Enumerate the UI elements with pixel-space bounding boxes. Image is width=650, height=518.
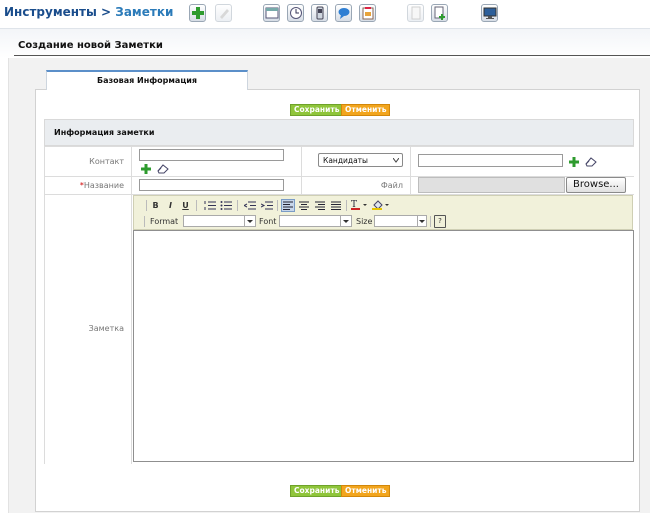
breadcrumb: Инструменты > Заметки: [4, 5, 173, 19]
name-field[interactable]: [139, 179, 284, 191]
edit-disabled-icon: [220, 9, 229, 19]
document-add-icon: [434, 6, 445, 20]
header-divider: [14, 55, 650, 56]
ordered-list-icon[interactable]: [204, 200, 216, 211]
align-center-icon[interactable]: [298, 200, 310, 211]
align-right-icon[interactable]: [314, 200, 326, 211]
contact-type-select[interactable]: Кандидаты: [318, 153, 403, 167]
tab-basic-info[interactable]: Базовая Информация: [46, 70, 248, 90]
name-label-text: Название: [83, 181, 124, 190]
toolbar-separator: [237, 200, 238, 211]
help-button[interactable]: ?: [434, 215, 446, 228]
clipboard-icon: [362, 7, 374, 20]
format-label: Format: [150, 217, 179, 226]
toolbar-separator: [146, 200, 147, 211]
chevron-down-icon: [343, 220, 349, 223]
bold-button[interactable]: B: [151, 200, 160, 211]
chevron-down-icon: [247, 220, 253, 223]
grid-line: [410, 146, 411, 194]
font-label: Font: [259, 217, 277, 226]
file-path-field[interactable]: [418, 177, 565, 193]
screen-button[interactable]: [481, 4, 498, 22]
contact-search-field[interactable]: [418, 154, 563, 167]
toolbar-separator: [144, 216, 145, 227]
breadcrumb-current: Заметки: [115, 5, 174, 19]
task-button[interactable]: [359, 4, 376, 22]
add-related-icon[interactable]: [569, 157, 579, 167]
activity-button[interactable]: [287, 4, 304, 22]
section-header: Информация заметки: [44, 119, 634, 146]
italic-button[interactable]: I: [166, 200, 175, 211]
note-editor-area[interactable]: [133, 230, 634, 462]
eraser-icon[interactable]: [157, 164, 169, 174]
monitor-icon: [483, 7, 497, 19]
note-label: Заметка: [88, 324, 124, 333]
add-note-button[interactable]: [189, 4, 206, 22]
align-justify-icon[interactable]: [330, 200, 342, 211]
size-dropdown-button[interactable]: [417, 215, 427, 227]
outdent-icon[interactable]: [244, 200, 256, 211]
toolbar-separator: [346, 200, 347, 211]
align-left-icon[interactable]: [281, 199, 295, 212]
save-button-top[interactable]: Сохранить: [290, 104, 344, 116]
contact-field[interactable]: [139, 149, 284, 161]
clock-icon: [290, 7, 302, 19]
size-label: Size: [356, 217, 373, 226]
grid-line: [44, 146, 634, 147]
save-button-bottom[interactable]: Сохранить: [290, 485, 344, 497]
toolbar-separator: [196, 200, 197, 211]
font-dropdown-button[interactable]: [340, 215, 352, 227]
calendar-button[interactable]: [263, 4, 280, 22]
grid-line: [301, 146, 302, 194]
grid-line: [131, 146, 132, 464]
browse-button[interactable]: Browse...: [566, 177, 626, 193]
add-icon: [192, 7, 204, 19]
document-add-button[interactable]: [431, 4, 448, 22]
breadcrumb-section[interactable]: Инструменты: [4, 5, 97, 19]
toolbar-separator: [430, 216, 431, 227]
breadcrumb-separator: >: [101, 5, 112, 19]
chat-bubble-icon: [338, 8, 350, 19]
text-color-icon[interactable]: T: [351, 199, 367, 211]
unordered-list-icon[interactable]: [220, 200, 232, 211]
edit-button[interactable]: [215, 4, 232, 22]
page-title: Создание новой Заметки: [18, 40, 163, 51]
call-button[interactable]: [311, 4, 328, 22]
cancel-button-top[interactable]: Отменить: [341, 104, 391, 116]
calendar-window-icon: [265, 7, 279, 19]
document-button[interactable]: [407, 4, 424, 22]
contact-label: Контакт: [89, 157, 124, 166]
add-contact-icon[interactable]: [141, 164, 151, 174]
toolbar-separator: [277, 200, 278, 211]
editor-toolbar: B I U T Format Font Size ?: [133, 195, 633, 230]
chevron-down-icon: [419, 220, 425, 223]
file-label: Файл: [380, 181, 403, 190]
name-label: *Название: [46, 181, 124, 190]
mobile-phone-icon: [316, 6, 324, 20]
message-button[interactable]: [335, 4, 352, 22]
underline-button[interactable]: U: [181, 200, 190, 211]
document-disabled-icon: [411, 6, 421, 20]
format-dropdown-button[interactable]: [244, 215, 256, 227]
chevron-down-icon: [393, 158, 399, 163]
eraser-icon[interactable]: [585, 157, 597, 167]
grid-line: [44, 146, 45, 464]
indent-icon[interactable]: [261, 200, 273, 211]
contact-type-selected: Кандидаты: [323, 156, 368, 165]
background-color-icon[interactable]: [372, 199, 390, 211]
cancel-button-bottom[interactable]: Отменить: [341, 485, 391, 497]
